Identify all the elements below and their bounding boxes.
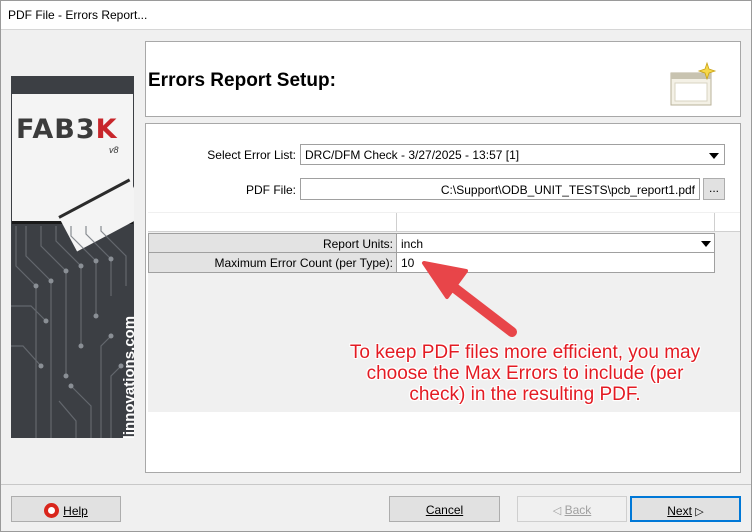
logo-version: v8 (109, 145, 119, 155)
pdf-file-value: C:\Support\ODB_UNIT_TESTS\pcb_report1.pd… (440, 183, 695, 197)
error-list-value: DRC/DFM Check - 3/27/2025 - 13:57 [1] (305, 148, 520, 162)
back-button[interactable]: ◁ Back (517, 496, 627, 522)
lifebuoy-help-icon (44, 503, 60, 518)
circuit-pattern-graphic (11, 226, 127, 438)
footer-divider (0, 484, 752, 485)
chevron-down-icon (709, 153, 719, 159)
wizard-window-sparkle-icon (670, 61, 717, 106)
chevron-down-icon (701, 241, 711, 247)
chevron-right-icon: ▷ (695, 506, 704, 518)
help-label: Help (63, 504, 88, 518)
page-title: Errors Report Setup: (148, 70, 336, 91)
settings-panel: Select Error List: DRC/DFM Check - 3/27/… (145, 123, 741, 473)
pdf-file-field[interactable]: C:\Support\ODB_UNIT_TESTS\pcb_report1.pd… (300, 178, 700, 200)
logo-main-text: FAB3 (16, 114, 96, 145)
property-key: Report Units: (148, 233, 397, 253)
next-button[interactable]: Next ▷ (630, 496, 741, 522)
report-units-value: inch (401, 237, 424, 251)
window-title: PDF File - Errors Report... (8, 8, 148, 22)
title-bar: PDF File - Errors Report... (0, 0, 752, 30)
report-units-select[interactable]: inch (397, 233, 715, 253)
help-button[interactable]: Help (11, 496, 121, 522)
cancel-label: Cancel (425, 503, 464, 517)
property-row-report-units[interactable]: Report Units: inch (148, 233, 715, 253)
property-key: Maximum Error Count (per Type): (148, 253, 397, 273)
brand-banner: FAB3K v8 numericalin (11, 76, 134, 438)
browse-button[interactable]: ... (703, 178, 725, 200)
error-list-label: Select Error List: (207, 148, 296, 162)
cancel-button[interactable]: Cancel (389, 496, 500, 522)
chevron-left-icon: ◁ (552, 505, 562, 517)
next-label: Next (667, 504, 692, 518)
fab3k-logo: FAB3K (16, 114, 118, 145)
property-row-max-error-count[interactable]: Maximum Error Count (per Type): 10 (148, 253, 715, 273)
property-grid-header (148, 213, 740, 232)
error-list-select[interactable]: DRC/DFM Check - 3/27/2025 - 13:57 [1] (300, 144, 725, 165)
pdf-file-label: PDF File: (245, 183, 296, 197)
back-label: Back (564, 503, 592, 517)
annotation-line: To keep PDF files more efficient, you ma… (349, 342, 701, 363)
website-text: numericalinnovations.com (121, 315, 134, 438)
annotation-text: To keep PDF files more efficient, you ma… (330, 342, 720, 405)
wizard-header: Errors Report Setup: (145, 41, 741, 117)
max-error-count-input[interactable]: 10 (397, 253, 715, 273)
logo-k-text: K (95, 114, 118, 145)
logo-box: FAB3K v8 (12, 94, 134, 252)
annotation-line: check) in the resulting PDF. (409, 384, 641, 405)
annotation-line: choose the Max Errors to include (per (366, 363, 684, 384)
